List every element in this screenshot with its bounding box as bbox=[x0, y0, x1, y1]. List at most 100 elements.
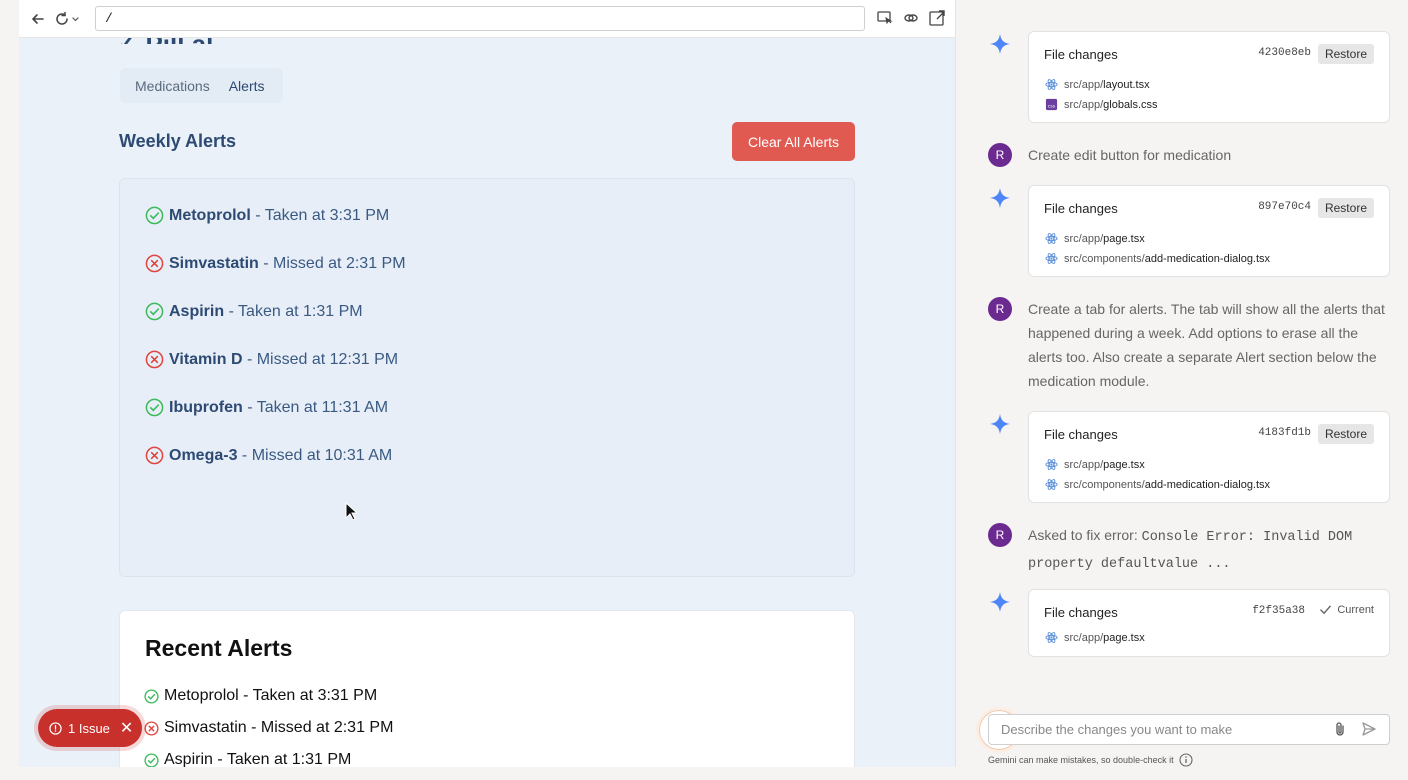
user-message: Create a tab for alerts. The tab will sh… bbox=[1028, 301, 1385, 389]
recent-alerts-title: Recent Alerts bbox=[145, 635, 293, 661]
alert-circle-icon bbox=[49, 721, 62, 735]
file-item[interactable]: src/app/page.tsx bbox=[1045, 232, 1145, 245]
x-circle-icon bbox=[145, 350, 164, 369]
file-name: page.tsx bbox=[1103, 458, 1145, 471]
avatar: R bbox=[988, 297, 1012, 321]
gemini-sparkle-icon bbox=[989, 187, 1011, 209]
react-icon bbox=[1045, 79, 1058, 90]
alert-text: Aspirin - Taken at 1:31 PM bbox=[164, 751, 352, 767]
current-version-label: Current bbox=[1319, 603, 1374, 616]
file-dir: src/app/ bbox=[1064, 78, 1104, 91]
back-arrow-icon[interactable] bbox=[28, 9, 48, 29]
commit-hash: 897e70c4 bbox=[1258, 201, 1311, 213]
medication-name: Metoprolol bbox=[169, 206, 251, 224]
list-item: Metoprolol - Taken at 3:31 PM bbox=[144, 687, 377, 705]
commit-hash: 4230e8eb bbox=[1258, 47, 1311, 59]
file-dir: src/app/ bbox=[1064, 232, 1104, 245]
list-item: Vitamin D - Missed at 12:31 PM bbox=[145, 350, 398, 369]
file-dir: src/app/ bbox=[1064, 631, 1104, 644]
file-item[interactable]: src/app/page.tsx bbox=[1045, 458, 1145, 471]
file-changes-card: File changes f2f35a38 Current src/app/pa… bbox=[1028, 589, 1390, 657]
file-item[interactable]: src/components/add-medication-dialog.tsx bbox=[1045, 478, 1270, 491]
x-circle-icon bbox=[144, 720, 159, 736]
restore-button[interactable]: Restore bbox=[1317, 198, 1374, 218]
check-icon bbox=[1320, 605, 1332, 615]
weekly-alerts-card: Metoprolol - Taken at 3:31 PM Simvastati… bbox=[119, 178, 855, 577]
file-changes-heading: File changes bbox=[1044, 427, 1118, 442]
reload-icon[interactable] bbox=[54, 9, 84, 29]
medication-name: Omega-3 bbox=[169, 446, 238, 464]
clear-all-alerts-button[interactable]: Clear All Alerts bbox=[732, 122, 855, 161]
commit-hash: f2f35a38 bbox=[1252, 605, 1305, 617]
svg-text:css: css bbox=[1048, 104, 1056, 109]
gemini-sparkle-icon bbox=[989, 591, 1011, 613]
file-dir: src/components/ bbox=[1064, 252, 1145, 265]
file-item[interactable]: css src/app/globals.css bbox=[1045, 98, 1158, 111]
list-item: Simvastatin - Missed at 2:31 PM bbox=[145, 254, 406, 273]
medication-name: Vitamin D bbox=[169, 350, 243, 368]
medication-name: Ibuprofen bbox=[169, 398, 243, 416]
list-item: Simvastatin - Missed at 2:31 PM bbox=[144, 719, 393, 737]
prompt-input[interactable]: Describe the changes you want to make bbox=[988, 714, 1390, 745]
prompt-actions bbox=[1333, 721, 1377, 742]
file-changes-heading: File changes bbox=[1044, 605, 1118, 620]
alert-detail: - Taken at 11:31 AM bbox=[242, 398, 389, 416]
close-icon[interactable]: ✕ bbox=[120, 718, 133, 738]
tab-list: Medications Alerts bbox=[120, 68, 283, 103]
browser-toolbar: / bbox=[19, 0, 955, 38]
restore-button[interactable]: Restore bbox=[1317, 44, 1374, 64]
send-icon[interactable] bbox=[1361, 721, 1377, 742]
x-circle-icon bbox=[145, 446, 164, 465]
mouse-cursor-icon bbox=[345, 502, 359, 521]
react-icon bbox=[1045, 459, 1058, 470]
recent-alerts-card: Recent Alerts Metoprolol - Taken at 3:31… bbox=[119, 610, 855, 767]
user-message: Asked to fix error: Console Error: Inval… bbox=[1028, 523, 1378, 577]
message-suffix: defaultvalue ... bbox=[1092, 557, 1231, 572]
list-item: Omega-3 - Missed at 10:31 AM bbox=[145, 446, 392, 465]
tab-alerts[interactable]: Alerts bbox=[225, 78, 280, 94]
react-icon bbox=[1045, 233, 1058, 244]
react-icon bbox=[1045, 253, 1058, 264]
check-circle-icon bbox=[144, 752, 159, 767]
file-name: add-medication-dialog.tsx bbox=[1144, 478, 1271, 491]
inspect-icon[interactable] bbox=[876, 9, 894, 32]
file-dir: src/components/ bbox=[1064, 478, 1145, 491]
issue-badge[interactable]: 1 Issue ✕ bbox=[38, 709, 142, 747]
url-input[interactable]: / bbox=[95, 6, 865, 31]
file-item[interactable]: src/app/layout.tsx bbox=[1045, 78, 1150, 91]
file-name: page.tsx bbox=[1103, 232, 1145, 245]
tab-medications[interactable]: Medications bbox=[120, 78, 225, 94]
link-icon[interactable] bbox=[902, 9, 920, 32]
list-item: Aspirin - Taken at 1:31 PM bbox=[144, 751, 351, 767]
alert-detail: - Missed at 10:31 AM bbox=[237, 446, 393, 464]
file-name: layout.tsx bbox=[1103, 78, 1150, 91]
file-name: page.tsx bbox=[1103, 631, 1145, 644]
file-item[interactable]: src/app/page.tsx bbox=[1045, 631, 1145, 644]
list-item: Metoprolol - Taken at 3:31 PM bbox=[145, 206, 389, 225]
open-external-icon[interactable] bbox=[928, 9, 946, 32]
commit-hash: 4183fd1b bbox=[1258, 427, 1311, 439]
attach-icon[interactable] bbox=[1333, 721, 1347, 742]
restore-button[interactable]: Restore bbox=[1317, 424, 1374, 444]
message-prefix: Asked to fix error: bbox=[1028, 527, 1142, 543]
list-item: Aspirin - Taken at 1:31 PM bbox=[145, 302, 363, 321]
gemini-sparkle-icon bbox=[989, 33, 1011, 55]
file-name: globals.css bbox=[1103, 98, 1158, 111]
info-icon[interactable] bbox=[1179, 753, 1193, 767]
check-circle-icon bbox=[145, 398, 164, 417]
file-changes-card: File changes 4183fd1b Restore src/app/pa… bbox=[1028, 411, 1390, 503]
chat-panel: File changes 4230e8eb Restore src/app/la… bbox=[957, 0, 1408, 780]
file-changes-heading: File changes bbox=[1044, 47, 1118, 62]
disclaimer: Gemini can make mistakes, so double-chec… bbox=[988, 753, 1193, 767]
check-circle-icon bbox=[145, 206, 164, 225]
avatar: R bbox=[988, 143, 1012, 167]
avatar: R bbox=[988, 523, 1012, 547]
file-changes-heading: File changes bbox=[1044, 201, 1118, 216]
x-circle-icon bbox=[145, 254, 164, 273]
list-item: Ibuprofen - Taken at 11:31 AM bbox=[145, 398, 388, 417]
file-item[interactable]: src/components/add-medication-dialog.tsx bbox=[1045, 252, 1270, 265]
react-icon bbox=[1045, 632, 1058, 643]
alert-detail: - Missed at 2:31 PM bbox=[258, 254, 406, 272]
gemini-sparkle-icon bbox=[989, 413, 1011, 435]
alert-text: Simvastatin - Missed at 2:31 PM bbox=[164, 719, 394, 736]
